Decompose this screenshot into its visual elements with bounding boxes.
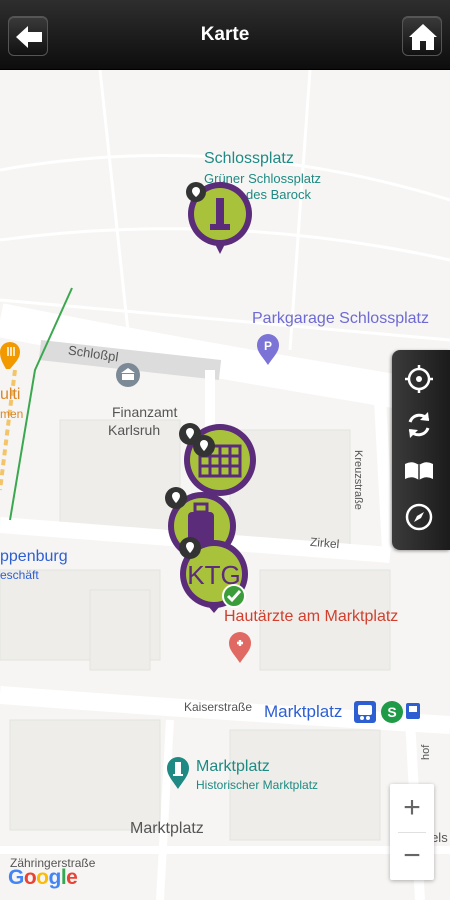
title-bar: Karte: [0, 0, 450, 70]
hof-label: hof: [420, 744, 432, 760]
book-icon[interactable]: [402, 454, 436, 488]
monument-pin-icon[interactable]: [166, 756, 190, 790]
schlossplatz-label: Schlossplatz: [204, 150, 294, 167]
museum-icon[interactable]: [115, 362, 141, 388]
parking-pin-icon[interactable]: P: [256, 334, 280, 366]
men-label: men: [0, 407, 24, 421]
page-title: Karte: [200, 24, 250, 45]
tour-marker-schlossplatz[interactable]: [184, 180, 256, 258]
home-button[interactable]: [402, 16, 442, 56]
svg-text:P: P: [264, 339, 272, 353]
zoom-out-button[interactable]: −: [390, 832, 434, 880]
tour-marker-ktg[interactable]: KTG: [176, 534, 252, 614]
zoom-in-button[interactable]: +: [390, 784, 434, 832]
zoom-control: + −: [390, 784, 434, 880]
geschaeft-label: eschäft: [0, 568, 39, 582]
map-view[interactable]: Schlossplatz Grüner Schlossplatz des Bar…: [0, 70, 450, 900]
penburg-label: ppenburg: [0, 548, 68, 565]
zirkel-label: Zirkel: [309, 534, 340, 552]
marktplatz-area-label: Marktplatz: [130, 820, 204, 837]
locate-icon[interactable]: [402, 362, 436, 396]
finanzamt-label: Finanzamt: [112, 404, 178, 420]
location-pin-icon: [186, 182, 206, 202]
google-logo: Google: [8, 866, 78, 889]
kaiserstrasse-label: Kaiserstraße: [184, 700, 253, 714]
kreuzstrasse-label: Kreuzstraße: [352, 450, 364, 510]
finanzamt-karlsruhe-label: Karlsruh: [108, 422, 161, 438]
checkmark-icon: [222, 584, 246, 608]
parkgarage-label: Parkgarage Schlossplatz: [252, 310, 429, 327]
compass-icon[interactable]: [402, 500, 436, 534]
medical-pin-icon[interactable]: [228, 632, 252, 664]
svg-text:S: S: [387, 704, 396, 720]
historischer-marktplatz-label: Historischer Marktplatz: [196, 778, 319, 792]
refresh-icon[interactable]: [402, 408, 436, 442]
marktplatz-poi-label: Marktplatz: [196, 758, 270, 775]
transit-icons[interactable]: S: [354, 700, 424, 724]
restaurant-pin-icon[interactable]: [0, 342, 20, 370]
home-icon: [409, 24, 437, 50]
multi-label: ulti: [0, 386, 21, 403]
marktplatz-stop-label: Marktplatz: [264, 702, 343, 721]
map-tools-panel: [392, 350, 450, 550]
